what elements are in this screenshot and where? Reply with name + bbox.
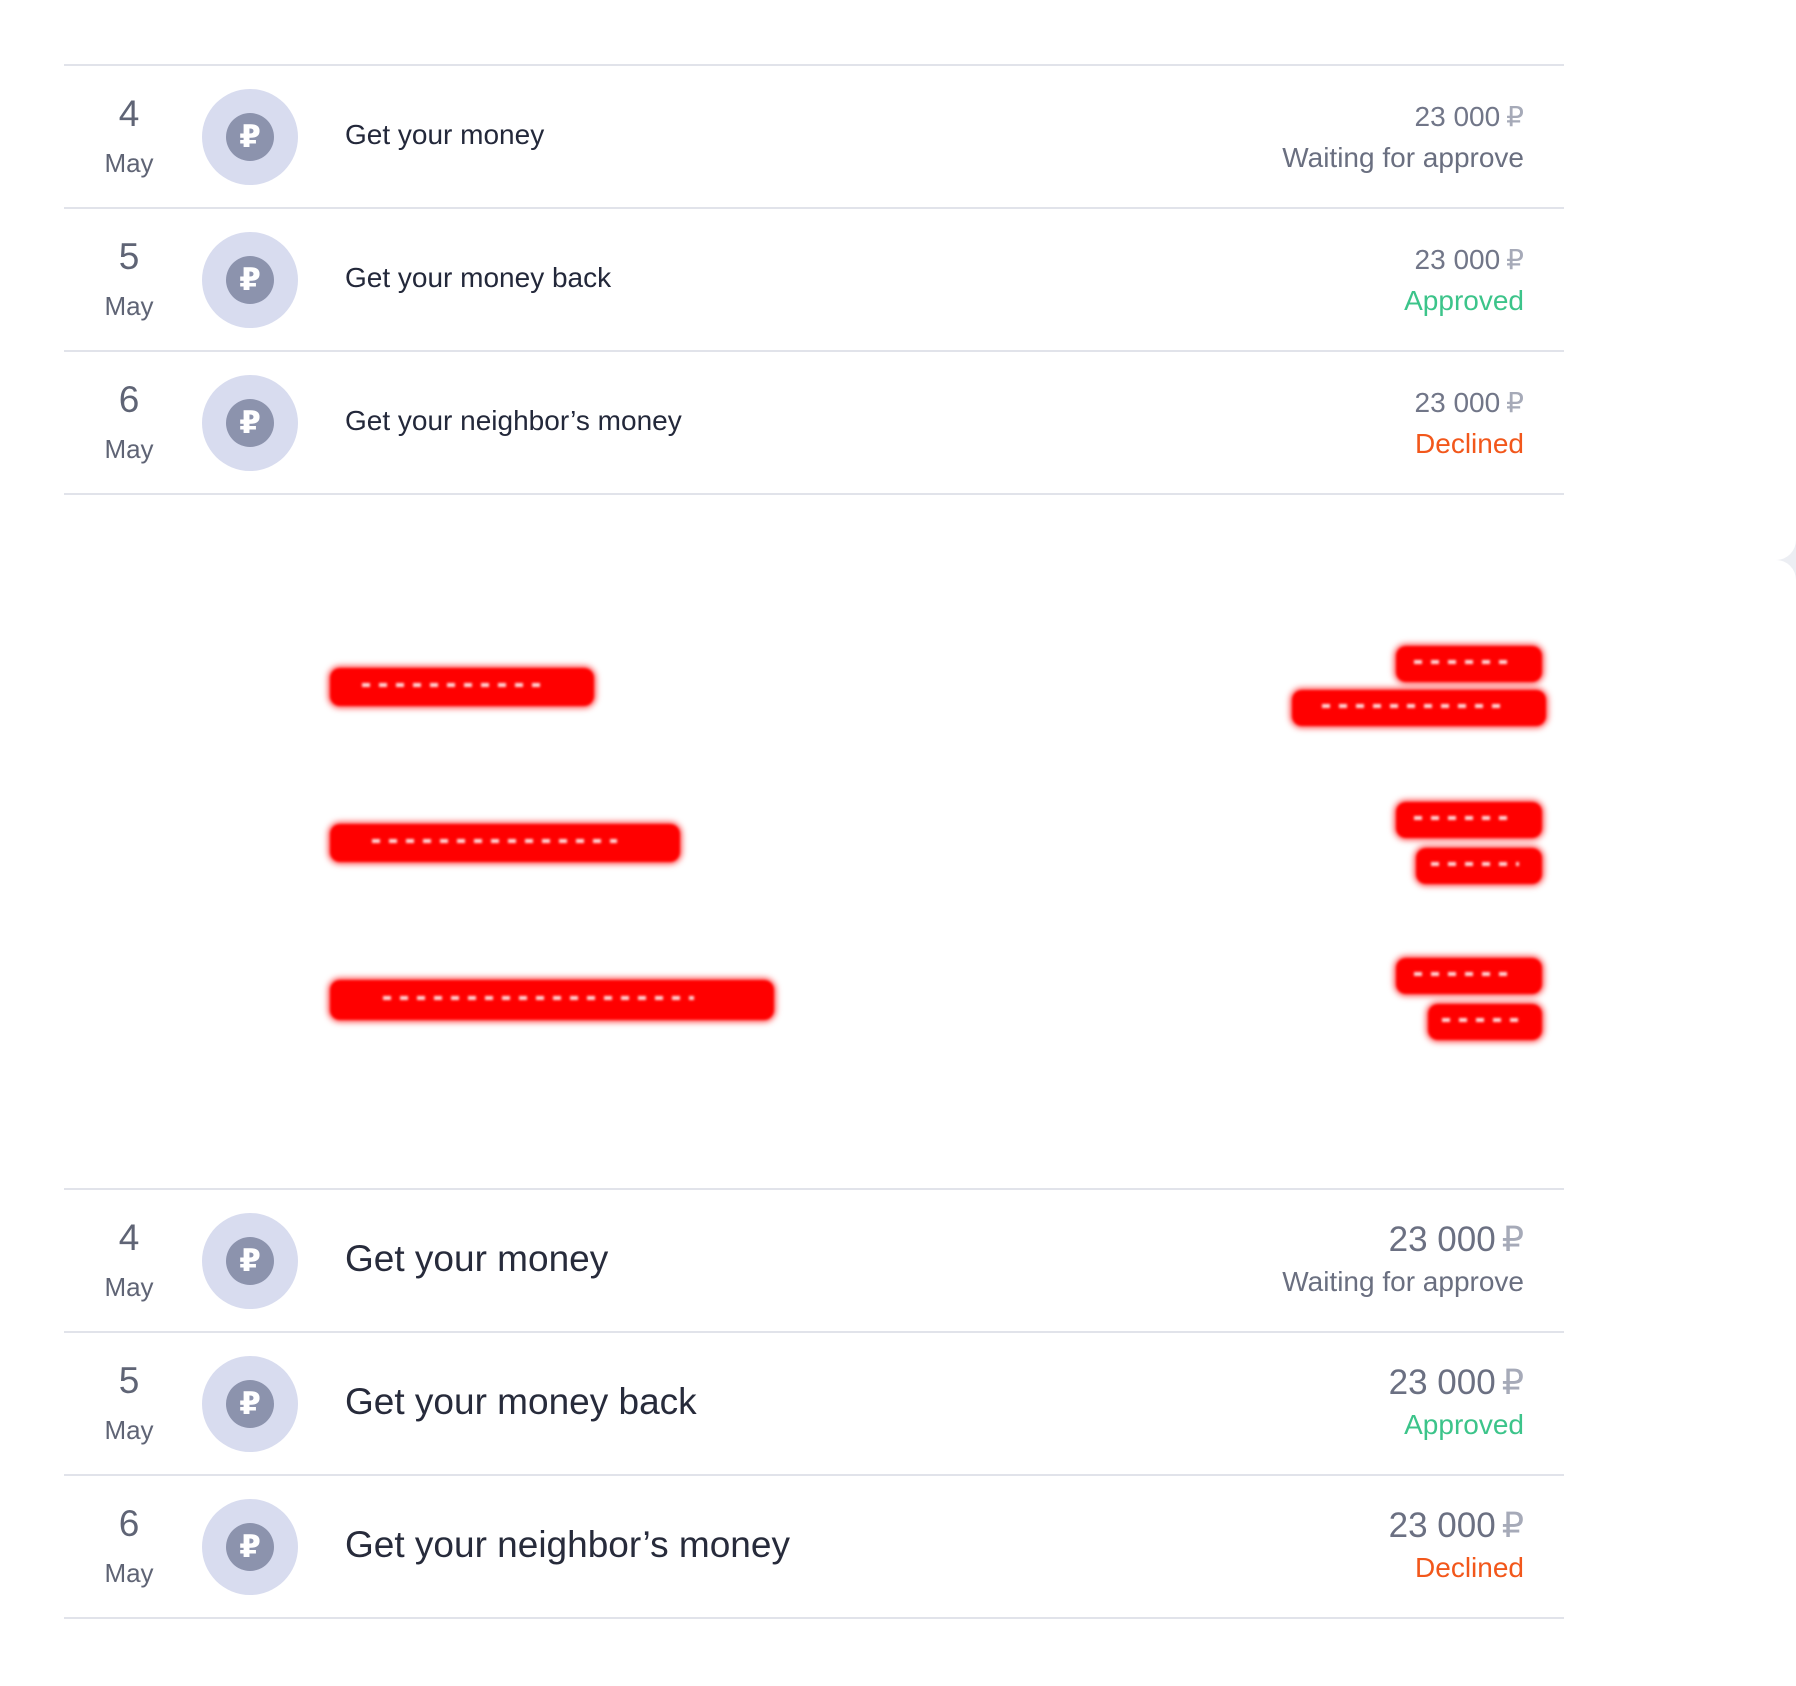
transaction-avatar: ₽ bbox=[202, 89, 298, 185]
transaction-amount: 23 000 ₽ bbox=[1282, 100, 1524, 134]
transaction-amount: 23 000 ₽ bbox=[1415, 386, 1524, 420]
status-approved: Approved bbox=[1404, 1409, 1524, 1440]
date-day: 6 bbox=[118, 1503, 140, 1544]
transaction-summary: 23 000 ₽ Approved bbox=[1389, 1363, 1524, 1442]
redacted-status bbox=[1428, 1004, 1542, 1040]
currency-symbol: ₽ bbox=[1506, 244, 1524, 275]
transaction-title: Get your neighbor’s money bbox=[345, 1524, 790, 1565]
amount-value: 23 000 bbox=[1388, 1220, 1496, 1259]
transaction-summary: 23 000 ₽ Waiting for approve bbox=[1282, 100, 1524, 175]
transaction-date: 4 May bbox=[64, 66, 194, 209]
ruble-coin-icon: ₽ bbox=[226, 399, 274, 447]
transaction-summary: 23 000 ₽ Waiting for approve bbox=[1282, 1220, 1524, 1299]
redacted-title bbox=[330, 980, 774, 1020]
ruble-coin-icon: ₽ bbox=[226, 1523, 274, 1571]
transaction-avatar: ₽ bbox=[202, 1499, 298, 1595]
transactions-card-top: 4 May ₽ Get your money 23 000 ₽ Waiting f… bbox=[0, 0, 1796, 560]
redacted-amount bbox=[1396, 958, 1542, 994]
amount-value: 23 000 bbox=[1388, 1363, 1496, 1402]
date-month: May bbox=[104, 291, 154, 321]
date-day: 4 bbox=[118, 93, 140, 134]
status-waiting: Waiting for approve bbox=[1282, 142, 1524, 173]
redacted-title bbox=[330, 824, 680, 862]
transaction-date: 6 May bbox=[64, 352, 194, 495]
transaction-title: Get your money back bbox=[345, 1381, 697, 1422]
currency-symbol: ₽ bbox=[1506, 101, 1524, 132]
transaction-row[interactable]: 5 May ₽ Get your money back 23 000 ₽ Appr… bbox=[64, 207, 1564, 350]
currency-symbol: ₽ bbox=[1501, 1220, 1524, 1259]
transaction-title: Get your money back bbox=[345, 262, 612, 293]
transaction-date: 6 May bbox=[64, 1476, 194, 1619]
transaction-amount: 23 000 ₽ bbox=[1404, 243, 1524, 277]
ruble-coin-icon: ₽ bbox=[226, 1380, 274, 1428]
transaction-amount: 23 000 ₽ bbox=[1282, 1220, 1524, 1260]
date-month: May bbox=[104, 1558, 154, 1588]
date-day: 5 bbox=[118, 236, 140, 277]
status-declined: Declined bbox=[1415, 428, 1524, 459]
transaction-row[interactable]: 4 May ₽ Get your money 23 000 ₽ Waiting f… bbox=[64, 1188, 1564, 1331]
transaction-title: Get your neighbor’s money bbox=[345, 405, 682, 436]
transaction-avatar: ₽ bbox=[202, 1213, 298, 1309]
status-approved: Approved bbox=[1404, 285, 1524, 316]
transaction-summary: 23 000 ₽ Approved bbox=[1404, 243, 1524, 318]
transaction-avatar: ₽ bbox=[202, 232, 298, 328]
amount-value: 23 000 bbox=[1414, 387, 1501, 418]
transaction-summary: 23 000 ₽ Declined bbox=[1415, 386, 1524, 461]
amount-value: 23 000 bbox=[1414, 101, 1501, 132]
ruble-coin-icon: ₽ bbox=[226, 1237, 274, 1285]
transaction-avatar: ₽ bbox=[202, 375, 298, 471]
status-waiting: Waiting for approve bbox=[1282, 1266, 1524, 1297]
ruble-coin-icon: ₽ bbox=[226, 256, 274, 304]
transaction-title: Get your money bbox=[345, 1238, 609, 1279]
date-month: May bbox=[104, 1272, 154, 1302]
transaction-row[interactable]: 6 May ₽ Get your neighbor’s money 23 000… bbox=[64, 1474, 1564, 1619]
amount-value: 23 000 bbox=[1414, 244, 1501, 275]
amount-value: 23 000 bbox=[1388, 1506, 1496, 1545]
date-day: 5 bbox=[118, 1360, 140, 1401]
transaction-row[interactable]: 5 May ₽ Get your money back 23 000 ₽ Appr… bbox=[64, 1331, 1564, 1474]
redacted-title bbox=[330, 668, 594, 706]
transaction-date: 5 May bbox=[64, 209, 194, 352]
transaction-title: Get your money bbox=[345, 119, 545, 150]
transaction-list-large: 4 May ₽ Get your money 23 000 ₽ Waiting f… bbox=[64, 1188, 1564, 1619]
transaction-summary: 23 000 ₽ Declined bbox=[1389, 1506, 1524, 1585]
date-month: May bbox=[104, 1415, 154, 1445]
transaction-amount: 23 000 ₽ bbox=[1389, 1363, 1524, 1403]
transaction-row[interactable]: 4 May ₽ Get your money 23 000 ₽ Waiting f… bbox=[64, 64, 1564, 207]
currency-symbol: ₽ bbox=[1506, 387, 1524, 418]
transaction-date: 5 May bbox=[64, 1333, 194, 1476]
transaction-avatar: ₽ bbox=[202, 1356, 298, 1452]
status-declined: Declined bbox=[1415, 1552, 1524, 1583]
redacted-amount bbox=[1396, 646, 1542, 682]
redacted-status bbox=[1416, 848, 1542, 884]
transaction-row[interactable]: 6 May ₽ Get your neighbor’s money 23 000… bbox=[64, 350, 1564, 495]
transaction-list: 4 May ₽ Get your money 23 000 ₽ Waiting f… bbox=[64, 64, 1564, 495]
redacted-status bbox=[1292, 690, 1546, 726]
currency-symbol: ₽ bbox=[1501, 1363, 1524, 1402]
date-month: May bbox=[104, 148, 154, 178]
date-month: May bbox=[104, 434, 154, 464]
transaction-date: 4 May bbox=[64, 1190, 194, 1333]
currency-symbol: ₽ bbox=[1501, 1506, 1524, 1545]
transaction-amount: 23 000 ₽ bbox=[1389, 1506, 1524, 1546]
date-day: 4 bbox=[118, 1217, 140, 1258]
ruble-coin-icon: ₽ bbox=[226, 113, 274, 161]
redacted-amount bbox=[1396, 802, 1542, 838]
date-day: 6 bbox=[118, 379, 140, 420]
